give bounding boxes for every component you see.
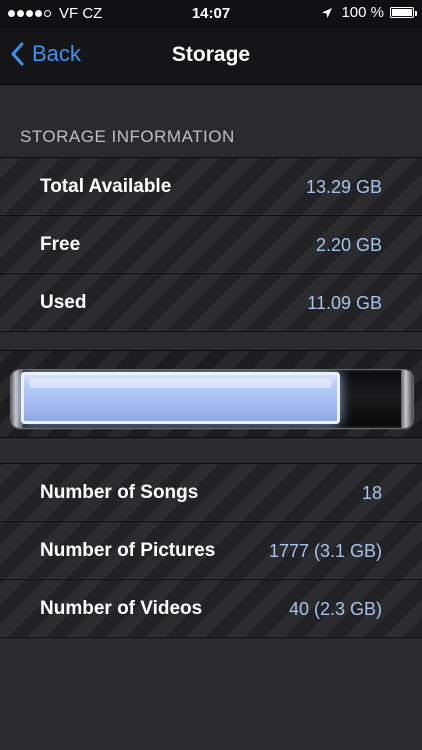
row-value: 13.29 GB (305, 177, 382, 197)
row-label: Number of Songs (40, 482, 199, 503)
status-right: 100 % (321, 4, 417, 21)
row-used: Used 11.09 GB (0, 274, 422, 332)
row-label: Total Available (40, 176, 172, 197)
row-label: Free (40, 234, 81, 255)
row-number-of-videos: Number of Videos 40 (2.3 GB) (0, 580, 422, 638)
location-arrow-icon (322, 7, 333, 18)
row-free: Free 2.20 GB (0, 216, 422, 274)
media-info-group: Number of Songs 18 Number of Pictures 17… (0, 463, 422, 638)
navigation-bar: Back Storage (0, 28, 422, 85)
storage-usage-band (0, 350, 422, 438)
section-header-storage-information: STORAGE INFORMATION (20, 127, 235, 146)
row-value: 1777 (3.1 GB) (268, 541, 382, 561)
row-total-available: Total Available 13.29 GB (0, 158, 422, 216)
row-label: Used (40, 292, 87, 313)
row-label: Number of Pictures (40, 540, 216, 561)
storage-used-fill (21, 372, 340, 424)
bar-cap-right (401, 370, 413, 428)
battery-icon (390, 7, 417, 18)
row-number-of-songs: Number of Songs 18 (0, 464, 422, 522)
battery-percent: 100 % (341, 4, 384, 21)
row-value: 40 (2.3 GB) (288, 599, 382, 619)
row-value: 11.09 GB (307, 293, 382, 313)
row-label: Number of Videos (40, 598, 203, 619)
row-value: 2.20 GB (315, 235, 382, 255)
storage-usage-bar (10, 369, 414, 429)
row-value: 18 (361, 483, 382, 503)
status-bar: VF CZ 14:07 100 % (0, 0, 422, 28)
storage-info-group: Total Available 13.29 GB Free 2.20 GB Us… (0, 157, 422, 332)
row-number-of-pictures: Number of Pictures 1777 (3.1 GB) (0, 522, 422, 580)
page-title: Storage (171, 43, 251, 66)
